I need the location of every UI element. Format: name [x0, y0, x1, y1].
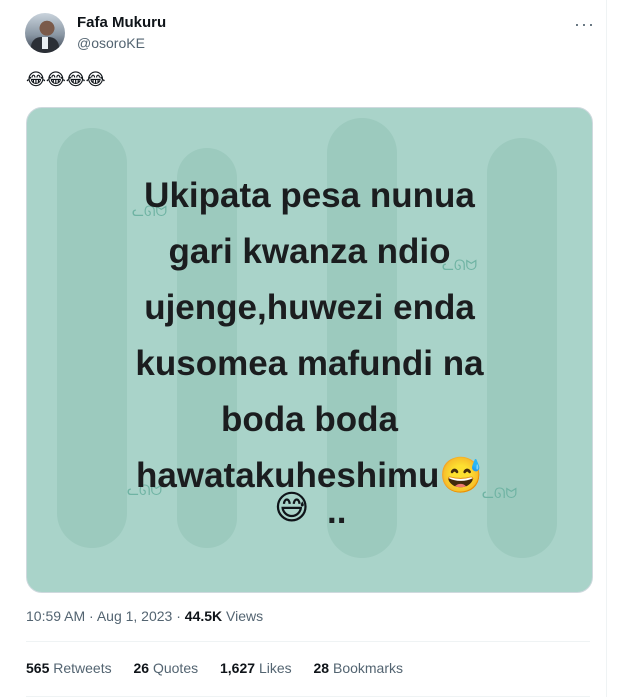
quotes-count: 26 — [133, 660, 150, 676]
timestamp[interactable]: 10:59 AM · Aug 1, 2023 · — [26, 608, 185, 624]
meme-line: gari kwanza ndio — [168, 232, 451, 271]
sweat-smile-emoji-icon: 😅 — [274, 489, 310, 527]
author-name[interactable]: Fafa Mukuru — [77, 14, 166, 31]
tweet-text: 😂😂😂😂 — [26, 70, 106, 89]
meme-text: Ukipata pesa nunua gari kwanza ndio ujen… — [27, 168, 592, 504]
retweets-stat[interactable]: 565 Retweets — [26, 660, 112, 676]
likes-count: 1,627 — [220, 660, 256, 676]
tweet-card: Fafa Mukuru @osoroKE ··· 😂😂😂😂 ᓚᘏᗢ ᓚᘏᗢ ᓚᘏ… — [0, 0, 617, 697]
quotes-stat[interactable]: 26 Quotes — [134, 660, 199, 676]
avatar-shirt — [42, 37, 48, 49]
bookmarks-label: Bookmarks — [332, 660, 404, 676]
author-handle[interactable]: @osoroKE — [77, 35, 145, 51]
retweets-count: 565 — [26, 660, 50, 676]
divider — [26, 641, 590, 642]
meme-line: Ukipata pesa nunua — [144, 176, 475, 215]
views-count: 44.5K — [184, 608, 223, 624]
tweet-media-image[interactable]: ᓚᘏᗢ ᓚᘏᗢ ᓚᘏᗢ ᓚᘏᗢ Ukipata pesa nunua gari … — [26, 107, 593, 593]
likes-stat[interactable]: 1,627 Likes — [220, 660, 292, 676]
card-border — [606, 0, 607, 697]
meme-dots: .. — [327, 492, 347, 531]
engagement-stats: 565 Retweets 26 Quotes 1,627 Likes 28 Bo… — [26, 660, 421, 676]
meme-line: boda boda — [221, 400, 398, 439]
retweets-label: Retweets — [53, 660, 112, 676]
views-label: Views — [222, 608, 264, 624]
meme-line: kusomea mafundi na — [135, 344, 484, 383]
avatar[interactable] — [25, 13, 65, 53]
likes-label: Likes — [258, 660, 292, 676]
bookmarks-count: 28 — [313, 660, 330, 676]
tweet-meta: 10:59 AM · Aug 1, 2023 · 44.5K Views — [26, 608, 263, 624]
more-options-icon[interactable]: ··· — [574, 14, 595, 35]
quotes-label: Quotes — [152, 660, 199, 676]
bookmarks-stat[interactable]: 28 Bookmarks — [314, 660, 404, 676]
meme-line: ujenge,huwezi enda — [144, 288, 475, 327]
meme-line: hawatakuheshimu😅 — [136, 456, 483, 495]
